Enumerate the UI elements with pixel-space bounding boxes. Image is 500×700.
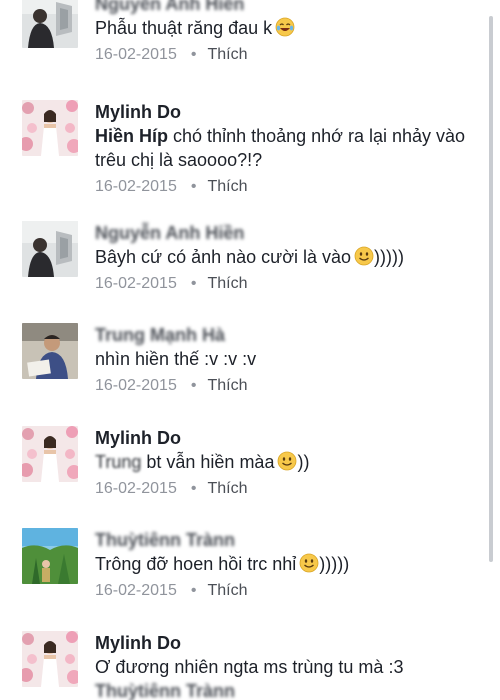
comment-date: 16-02-2015 bbox=[95, 377, 177, 394]
comment-meta: 16-02-2015 • Thích bbox=[95, 44, 478, 66]
avatar[interactable] bbox=[22, 100, 78, 156]
avatar[interactable] bbox=[22, 0, 78, 48]
avatar[interactable] bbox=[22, 323, 78, 379]
like-link[interactable]: Thích bbox=[207, 178, 247, 195]
like-link[interactable]: Thích bbox=[207, 480, 247, 497]
comment-date: 16-02-2015 bbox=[95, 275, 177, 292]
comment-author[interactable]: Trung Mạnh Hà bbox=[95, 323, 478, 347]
comment-meta: 16-02-2015 • Thích bbox=[95, 580, 478, 602]
scrollbar[interactable] bbox=[489, 16, 493, 562]
like-link[interactable]: Thích bbox=[207, 377, 247, 394]
like-link[interactable]: Thích bbox=[207, 275, 247, 292]
meta-separator: • bbox=[190, 377, 197, 394]
man-in-dark-jacket-image bbox=[22, 221, 78, 277]
comment-text-content: Phẫu thuật răng đau k bbox=[95, 18, 273, 38]
comment-thread: Nguyễn Anh Hiền Phẫu thuật răng đau k 16… bbox=[0, 0, 484, 700]
comment-meta: 16-02-2015 • Thích bbox=[95, 375, 478, 397]
comment-author[interactable]: Mylinh Do bbox=[95, 426, 478, 450]
comment-text: Trung bt vẫn hiền màa)) bbox=[95, 450, 478, 474]
smiley-emoji-icon bbox=[299, 553, 319, 573]
comment-text: Hiền Híp chó thỉnh thoảng nhớ ra lại nhả… bbox=[95, 124, 478, 172]
comment-text: Trông đỡ hoen hồi trc nhỉ))))) bbox=[95, 552, 478, 576]
comment-author[interactable]: Thuỳtiênn Trànn bbox=[95, 528, 478, 552]
comment-meta: 16-02-2015 • Thích bbox=[95, 478, 478, 500]
comment-author[interactable]: Mylinh Do bbox=[95, 100, 478, 124]
woman-in-white-dress-image bbox=[22, 631, 78, 687]
mention-link[interactable]: Trung bbox=[95, 452, 141, 472]
comment-text-suffix: ))))) bbox=[319, 554, 350, 574]
outdoor-garden-image bbox=[22, 528, 78, 584]
woman-in-white-dress-image bbox=[22, 100, 78, 156]
comment-date: 16-02-2015 bbox=[95, 46, 177, 63]
reply-preview-author[interactable]: Thuỳtiênn Trànn bbox=[95, 679, 478, 700]
comment-text-content: Trông đỡ hoen hồi trc nhỉ bbox=[95, 554, 297, 574]
mention-link[interactable]: Hiền Híp bbox=[95, 126, 168, 146]
comment-text: Bâyh cứ có ảnh nào cười là vào))))) bbox=[95, 245, 478, 269]
laughing-tears-emoji-icon bbox=[275, 17, 295, 37]
comment-date: 16-02-2015 bbox=[95, 582, 177, 599]
comment-text-suffix: )) bbox=[297, 452, 310, 472]
comment-meta: 16-02-2015 • Thích bbox=[95, 176, 478, 198]
avatar[interactable] bbox=[22, 528, 78, 584]
meta-separator: • bbox=[190, 178, 197, 195]
smiley-emoji-icon bbox=[278, 451, 297, 471]
avatar[interactable] bbox=[22, 426, 78, 482]
comment-text: nhìn hiền thế :v :v :v bbox=[95, 347, 478, 371]
comment-text-content: bt vẫn hiền màa bbox=[146, 452, 275, 472]
comment-author[interactable]: Nguyễn Anh Hiền bbox=[95, 221, 478, 245]
avatar[interactable] bbox=[22, 631, 78, 687]
comment-date: 16-02-2015 bbox=[95, 480, 177, 497]
comment-date: 16-02-2015 bbox=[95, 178, 177, 195]
like-link[interactable]: Thích bbox=[207, 46, 247, 63]
comment-text-content: Ơ đương nhiên ngta ms trùng tu mà :3 bbox=[95, 657, 404, 677]
man-in-dark-jacket-image bbox=[22, 0, 78, 48]
avatar[interactable] bbox=[22, 221, 78, 277]
man-reading-image bbox=[22, 323, 78, 379]
comment-text: Ơ đương nhiên ngta ms trùng tu mà :3 bbox=[95, 655, 478, 679]
meta-separator: • bbox=[190, 582, 197, 599]
meta-separator: • bbox=[190, 275, 197, 292]
comment-meta: 16-02-2015 • Thích bbox=[95, 273, 478, 295]
comment-text-content: nhìn hiền thế :v :v :v bbox=[95, 349, 257, 369]
smiley-emoji-icon bbox=[354, 246, 374, 266]
comment-text-content: Bâyh cứ có ảnh nào cười là vào bbox=[95, 247, 352, 267]
comment-text: Phẫu thuật răng đau k bbox=[95, 16, 478, 40]
like-link[interactable]: Thích bbox=[207, 582, 247, 599]
comment-author[interactable]: Mylinh Do bbox=[95, 631, 478, 655]
comment-author[interactable]: Nguyễn Anh Hiền bbox=[95, 0, 478, 16]
woman-in-white-dress-image bbox=[22, 426, 78, 482]
comment-text-suffix: ))))) bbox=[374, 247, 405, 267]
meta-separator: • bbox=[190, 46, 197, 63]
meta-separator: • bbox=[190, 480, 197, 497]
